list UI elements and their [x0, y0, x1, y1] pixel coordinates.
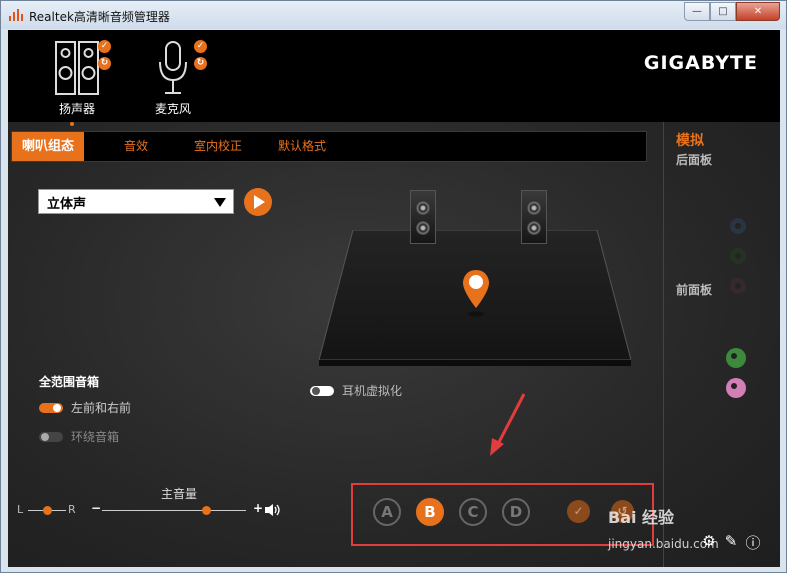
confirm-check-icon[interactable]: ✓	[567, 500, 590, 523]
listener-position-icon[interactable]	[461, 268, 491, 318]
mic-ok-icon: ✓	[194, 40, 207, 53]
connector-panel: 模拟 后面板 前面板	[663, 122, 780, 567]
profile-b-button[interactable]: B	[416, 498, 444, 526]
connector-panel-title: 模拟	[676, 133, 704, 149]
front-panel-label: 前面板	[676, 283, 713, 297]
realtek-icon	[9, 9, 25, 21]
front-left-speaker[interactable]	[410, 190, 436, 244]
headphone-virtualization-toggle[interactable]	[310, 386, 334, 396]
tab-sound-effects[interactable]: 音效	[114, 132, 158, 161]
profile-c-button[interactable]: C	[459, 498, 487, 526]
front-green-jack-icon[interactable]	[726, 348, 746, 368]
balance-left-label: L	[17, 503, 24, 516]
speaker-icon	[55, 41, 99, 95]
mic-settings-icon[interactable]: ↻	[194, 57, 207, 70]
front-lr-toggle[interactable]	[39, 403, 63, 413]
device-bar: ✓ ↻ 扬声器 ✓ ↻ 麦克风 GIGABYTE	[8, 30, 780, 126]
speaker-config-select[interactable]: 立体声	[38, 189, 234, 214]
minimize-button[interactable]: —	[684, 2, 710, 21]
rear-green-jack-icon[interactable]	[730, 248, 746, 264]
tab-bar: 喇叭组态 音效 室内校正 默认格式	[11, 131, 647, 162]
active-device-indicator	[70, 122, 74, 126]
app-window: Realtek高清晰音频管理器 — □ ✕ ✓ ↻ 扬声器 ✓ ↻ 麦克风 GI…	[0, 0, 787, 573]
balance-right-label: R	[68, 503, 76, 516]
master-volume-title: 主音量	[161, 487, 198, 501]
close-button[interactable]: ✕	[736, 2, 780, 21]
rear-pink-jack-icon[interactable]	[730, 278, 746, 294]
front-pink-jack-icon[interactable]	[726, 378, 746, 398]
device-microphone[interactable]: ✓ ↻ 麦克风	[138, 40, 208, 116]
fullrange-title: 全范围音箱	[39, 375, 100, 389]
rear-panel-label: 后面板	[676, 153, 713, 167]
front-right-speaker[interactable]	[521, 190, 547, 244]
watermark-text: Bai 经验	[608, 508, 675, 527]
speaker-config-value: 立体声	[47, 197, 87, 212]
title-bar: Realtek高清晰音频管理器 — □ ✕	[1, 1, 786, 29]
master-volume-track[interactable]	[102, 510, 246, 511]
volume-plus-icon[interactable]: +	[253, 501, 263, 515]
device-speaker-label: 扬声器	[58, 102, 95, 116]
rear-blue-jack-icon[interactable]	[730, 218, 746, 234]
maximize-button[interactable]: □	[710, 2, 736, 21]
tab-speaker-config[interactable]: 喇叭组态	[12, 132, 85, 161]
front-lr-label: 左前和右前	[71, 401, 132, 415]
speaker-ok-icon: ✓	[98, 40, 111, 53]
chevron-down-icon	[214, 198, 226, 207]
volume-area: L R 主音量 − +	[8, 470, 308, 530]
window-title: Realtek高清晰音频管理器	[29, 10, 170, 24]
main-area: ✓ ↻ 扬声器 ✓ ↻ 麦克风 GIGABYTE 喇叭组态 音效 室内校正 默认…	[8, 30, 780, 567]
device-speaker[interactable]: ✓ ↻ 扬声器	[42, 40, 112, 116]
brand-logo: GIGABYTE	[643, 52, 758, 74]
microphone-icon	[159, 41, 187, 94]
gear-icon[interactable]: ⚙	[700, 532, 718, 553]
wrench-icon[interactable]: ✎	[722, 532, 740, 553]
annotation-arrow	[490, 393, 526, 456]
surround-label: 环绕音箱	[71, 430, 120, 444]
speaker-volume-icon[interactable]	[264, 503, 282, 517]
play-test-button[interactable]	[244, 188, 272, 216]
device-microphone-label: 麦克风	[154, 102, 191, 116]
balance-slider-knob[interactable]	[43, 506, 52, 515]
speaker-settings-icon[interactable]: ↻	[98, 57, 111, 70]
tab-default-format[interactable]: 默认格式	[268, 132, 336, 161]
headphone-virtualization-label: 耳机虚拟化	[342, 384, 403, 398]
bottom-toolbar: ⚙ ✎ ⓘ	[700, 532, 762, 553]
volume-minus-icon[interactable]: −	[91, 501, 101, 515]
master-volume-knob[interactable]	[201, 506, 211, 515]
info-icon[interactable]: ⓘ	[744, 532, 762, 553]
profile-d-button[interactable]: D	[502, 498, 530, 526]
tab-room-correction[interactable]: 室内校正	[184, 132, 252, 161]
profile-a-button[interactable]: A	[373, 498, 401, 526]
surround-toggle[interactable]	[39, 432, 63, 442]
